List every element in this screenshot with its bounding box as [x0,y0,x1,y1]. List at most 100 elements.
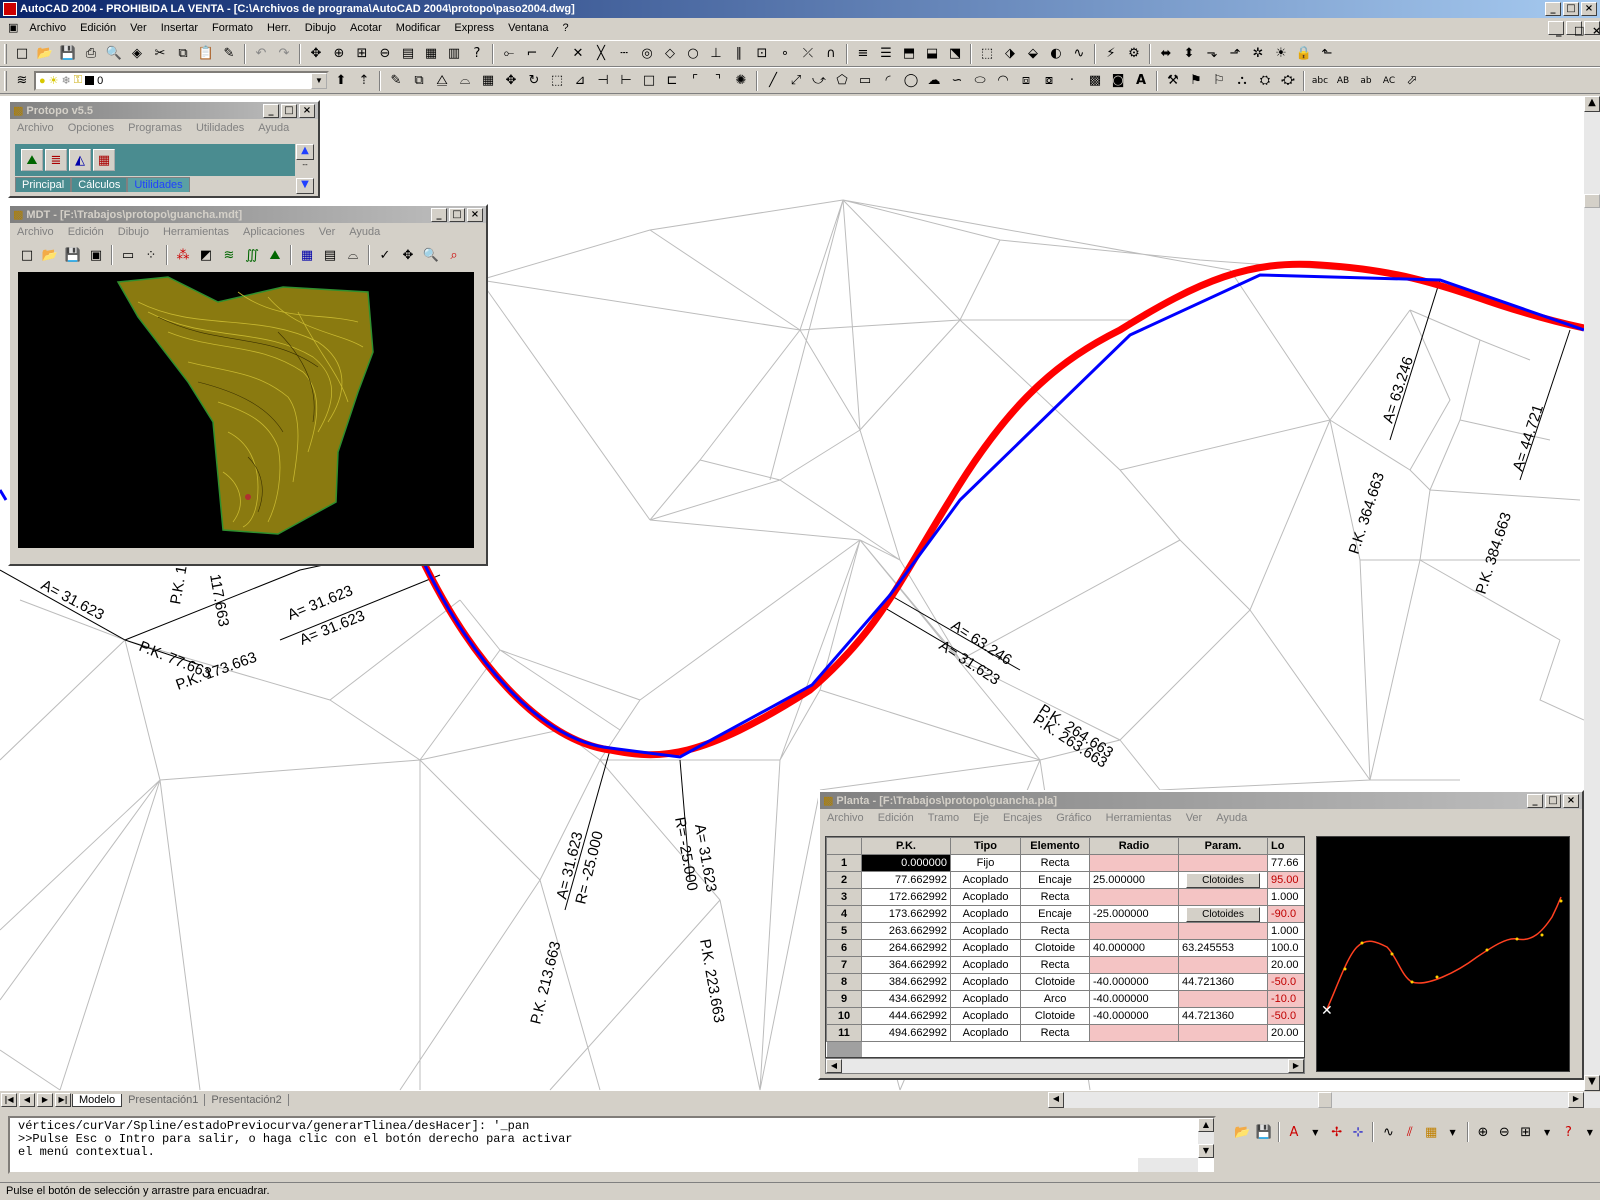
cell-lo[interactable]: 20.00 [1267,956,1304,974]
snap-apparent-icon[interactable]: ╳ [590,43,612,65]
cell-radio[interactable] [1089,1024,1179,1042]
explode-icon[interactable]: ⚡ [1100,43,1122,65]
mdt-contours-icon[interactable]: ≋ [218,244,240,266]
protopo-menu-programas[interactable]: Programas [121,119,189,137]
spline-icon[interactable]: ∽ [946,70,968,92]
row-number[interactable]: 1 [826,854,862,872]
text-icon[interactable]: A [1130,70,1152,92]
region-icon[interactable]: ◐ [1045,43,1067,65]
row-number[interactable]: 5 [826,922,862,940]
text-arc-icon[interactable]: AC [1378,70,1400,92]
ellipse-icon[interactable]: ⬭ [969,70,991,92]
cell-tipo[interactable]: Acoplado [950,1024,1021,1042]
terrain-tool-icon[interactable]: ⛰ [21,149,43,171]
row-number[interactable]: 4 [826,905,862,923]
minimize-button[interactable]: _ [1545,2,1561,16]
make-block-icon[interactable]: ⧇ [1038,70,1060,92]
express5-icon[interactable]: ⛭ [1254,70,1276,92]
layer-iso-icon[interactable]: ⬒ [898,43,920,65]
cell-tipo[interactable]: Acoplado [950,939,1021,957]
mdt-calc-icon[interactable]: ▤ [319,244,341,266]
mdt-menu-edicion[interactable]: Edición [61,223,111,241]
bottom-help-icon[interactable]: ? [1558,1121,1578,1143]
gear-icon[interactable]: ✲ [1247,43,1269,65]
mdt-maximize-button[interactable]: □ [449,207,465,222]
cell-pk[interactable]: 264.662992 [861,939,951,957]
clotoides-button[interactable]: Clotoides [1186,906,1260,922]
protopo-close-button[interactable]: × [299,103,315,118]
array-icon[interactable]: ▦ [477,70,499,92]
cell-pk[interactable]: 263.662992 [861,922,951,940]
zoom-window-icon[interactable]: ⊞ [351,43,373,65]
mdt-profile-icon[interactable]: ⌓ [342,244,364,266]
cell-tipo[interactable]: Fijo [950,854,1021,872]
cell-lo[interactable]: -50.0 [1267,973,1304,991]
mdt-open-icon[interactable]: 📂 [39,244,61,266]
text-fit-icon[interactable]: AB [1332,70,1354,92]
ellipse-arc-icon[interactable]: ◠ [992,70,1014,92]
dropdown2-icon[interactable]: ▼ [1442,1121,1462,1143]
protopo-menu-archivo[interactable]: Archivo [10,119,61,137]
planta-menu-ayuda[interactable]: Ayuda [1209,809,1254,827]
mdt-grid-icon[interactable]: ▦ [296,244,318,266]
match-properties-icon[interactable]: ✎ [218,43,240,65]
undo-icon[interactable]: ↶ [250,43,272,65]
close-button[interactable]: × [1581,2,1597,16]
chevron-down-icon[interactable]: ▼ [311,72,327,89]
cell-elemento[interactable]: Recta [1020,956,1090,974]
mdt-surface-icon[interactable]: ⛰ [264,244,286,266]
text-explode-icon[interactable]: ⬀ [1401,70,1423,92]
offset-icon[interactable]: ⌓ [454,70,476,92]
cell-lo[interactable]: -50.0 [1267,1007,1304,1025]
doc-minimize-button[interactable]: _ [1548,21,1564,37]
arc-icon[interactable]: ◜ [877,70,899,92]
snap-tangent-icon[interactable]: ○ [682,43,704,65]
snap-node-icon[interactable]: ∘ [774,43,796,65]
col-param[interactable]: Param. [1178,837,1268,855]
menu-archivo[interactable]: Archivo [22,19,73,37]
menu-modificar[interactable]: Modificar [389,19,448,37]
cell-elemento[interactable]: Encaje [1020,905,1090,923]
command-scroll-down-icon[interactable]: ▼ [1198,1144,1214,1158]
planta-menu-eje[interactable]: Eje [966,809,996,827]
snap-insert-icon[interactable]: ⊡ [751,43,773,65]
zoom-realtime-icon[interactable]: ⊕ [328,43,350,65]
col-radio[interactable]: Radio [1089,837,1179,855]
command-window[interactable]: vértices/curVar/Spline/estadoPreviocurva… [8,1116,1216,1174]
cell-elemento[interactable]: Recta [1020,854,1090,872]
mdt-pan-icon[interactable]: ✥ [397,244,419,266]
cell-tipo[interactable]: Acoplado [950,973,1021,991]
snap-parallel-icon[interactable]: ∥ [728,43,750,65]
cell-pk[interactable]: 77.662992 [861,871,951,889]
cell-param[interactable] [1178,1024,1268,1042]
express4-icon[interactable]: ⛬ [1231,70,1253,92]
planta-menu-herramientas[interactable]: Herramientas [1099,809,1179,827]
cell-param[interactable]: 44.721360 [1178,1007,1268,1025]
tab-principal[interactable]: Principal [15,177,72,192]
cell-tipo[interactable]: Acoplado [950,888,1021,906]
cell-param[interactable]: Clotoides [1178,871,1268,889]
dim-aligned-icon[interactable]: ⬍ [1178,43,1200,65]
planta-scroll-right-icon[interactable]: ▶ [1288,1059,1304,1073]
table-row[interactable]: 7 364.662992 Acoplado Recta 20.00 [826,956,1304,974]
zoom-out-icon[interactable]: ⊖ [1494,1121,1514,1143]
insert-block-icon[interactable]: ⧈ [1015,70,1037,92]
text-mask-icon[interactable]: ab [1355,70,1377,92]
volume-tool-icon[interactable]: ▦ [93,149,115,171]
make-current-icon[interactable]: ⬆ [330,70,352,92]
planta-hscroll[interactable]: ◀ ▶ [825,1058,1305,1074]
line-icon[interactable]: ╱ [762,70,784,92]
table-row[interactable]: 9 434.662992 Acoplado Arco -40.000000 -10.0 [826,990,1304,1008]
cell-elemento[interactable]: Recta [1020,922,1090,940]
protopo-scroll-down-icon[interactable]: ▼ [296,178,314,194]
polygon-icon[interactable]: ⬠ [831,70,853,92]
menu-insertar[interactable]: Insertar [154,19,205,37]
dropdown-arrow-icon[interactable]: ▼ [1305,1121,1325,1143]
planta-plan-preview[interactable]: ✕ [1316,836,1570,1072]
mdt-menu-ayuda[interactable]: Ayuda [342,223,387,241]
mdt-window-icon[interactable]: ▭ [117,244,139,266]
new-file-icon[interactable]: □ [11,43,33,65]
cell-radio[interactable]: -40.000000 [1089,1007,1179,1025]
region2-icon[interactable]: ◙ [1107,70,1129,92]
blue-snap-icon[interactable]: ⊹ [1348,1121,1368,1143]
